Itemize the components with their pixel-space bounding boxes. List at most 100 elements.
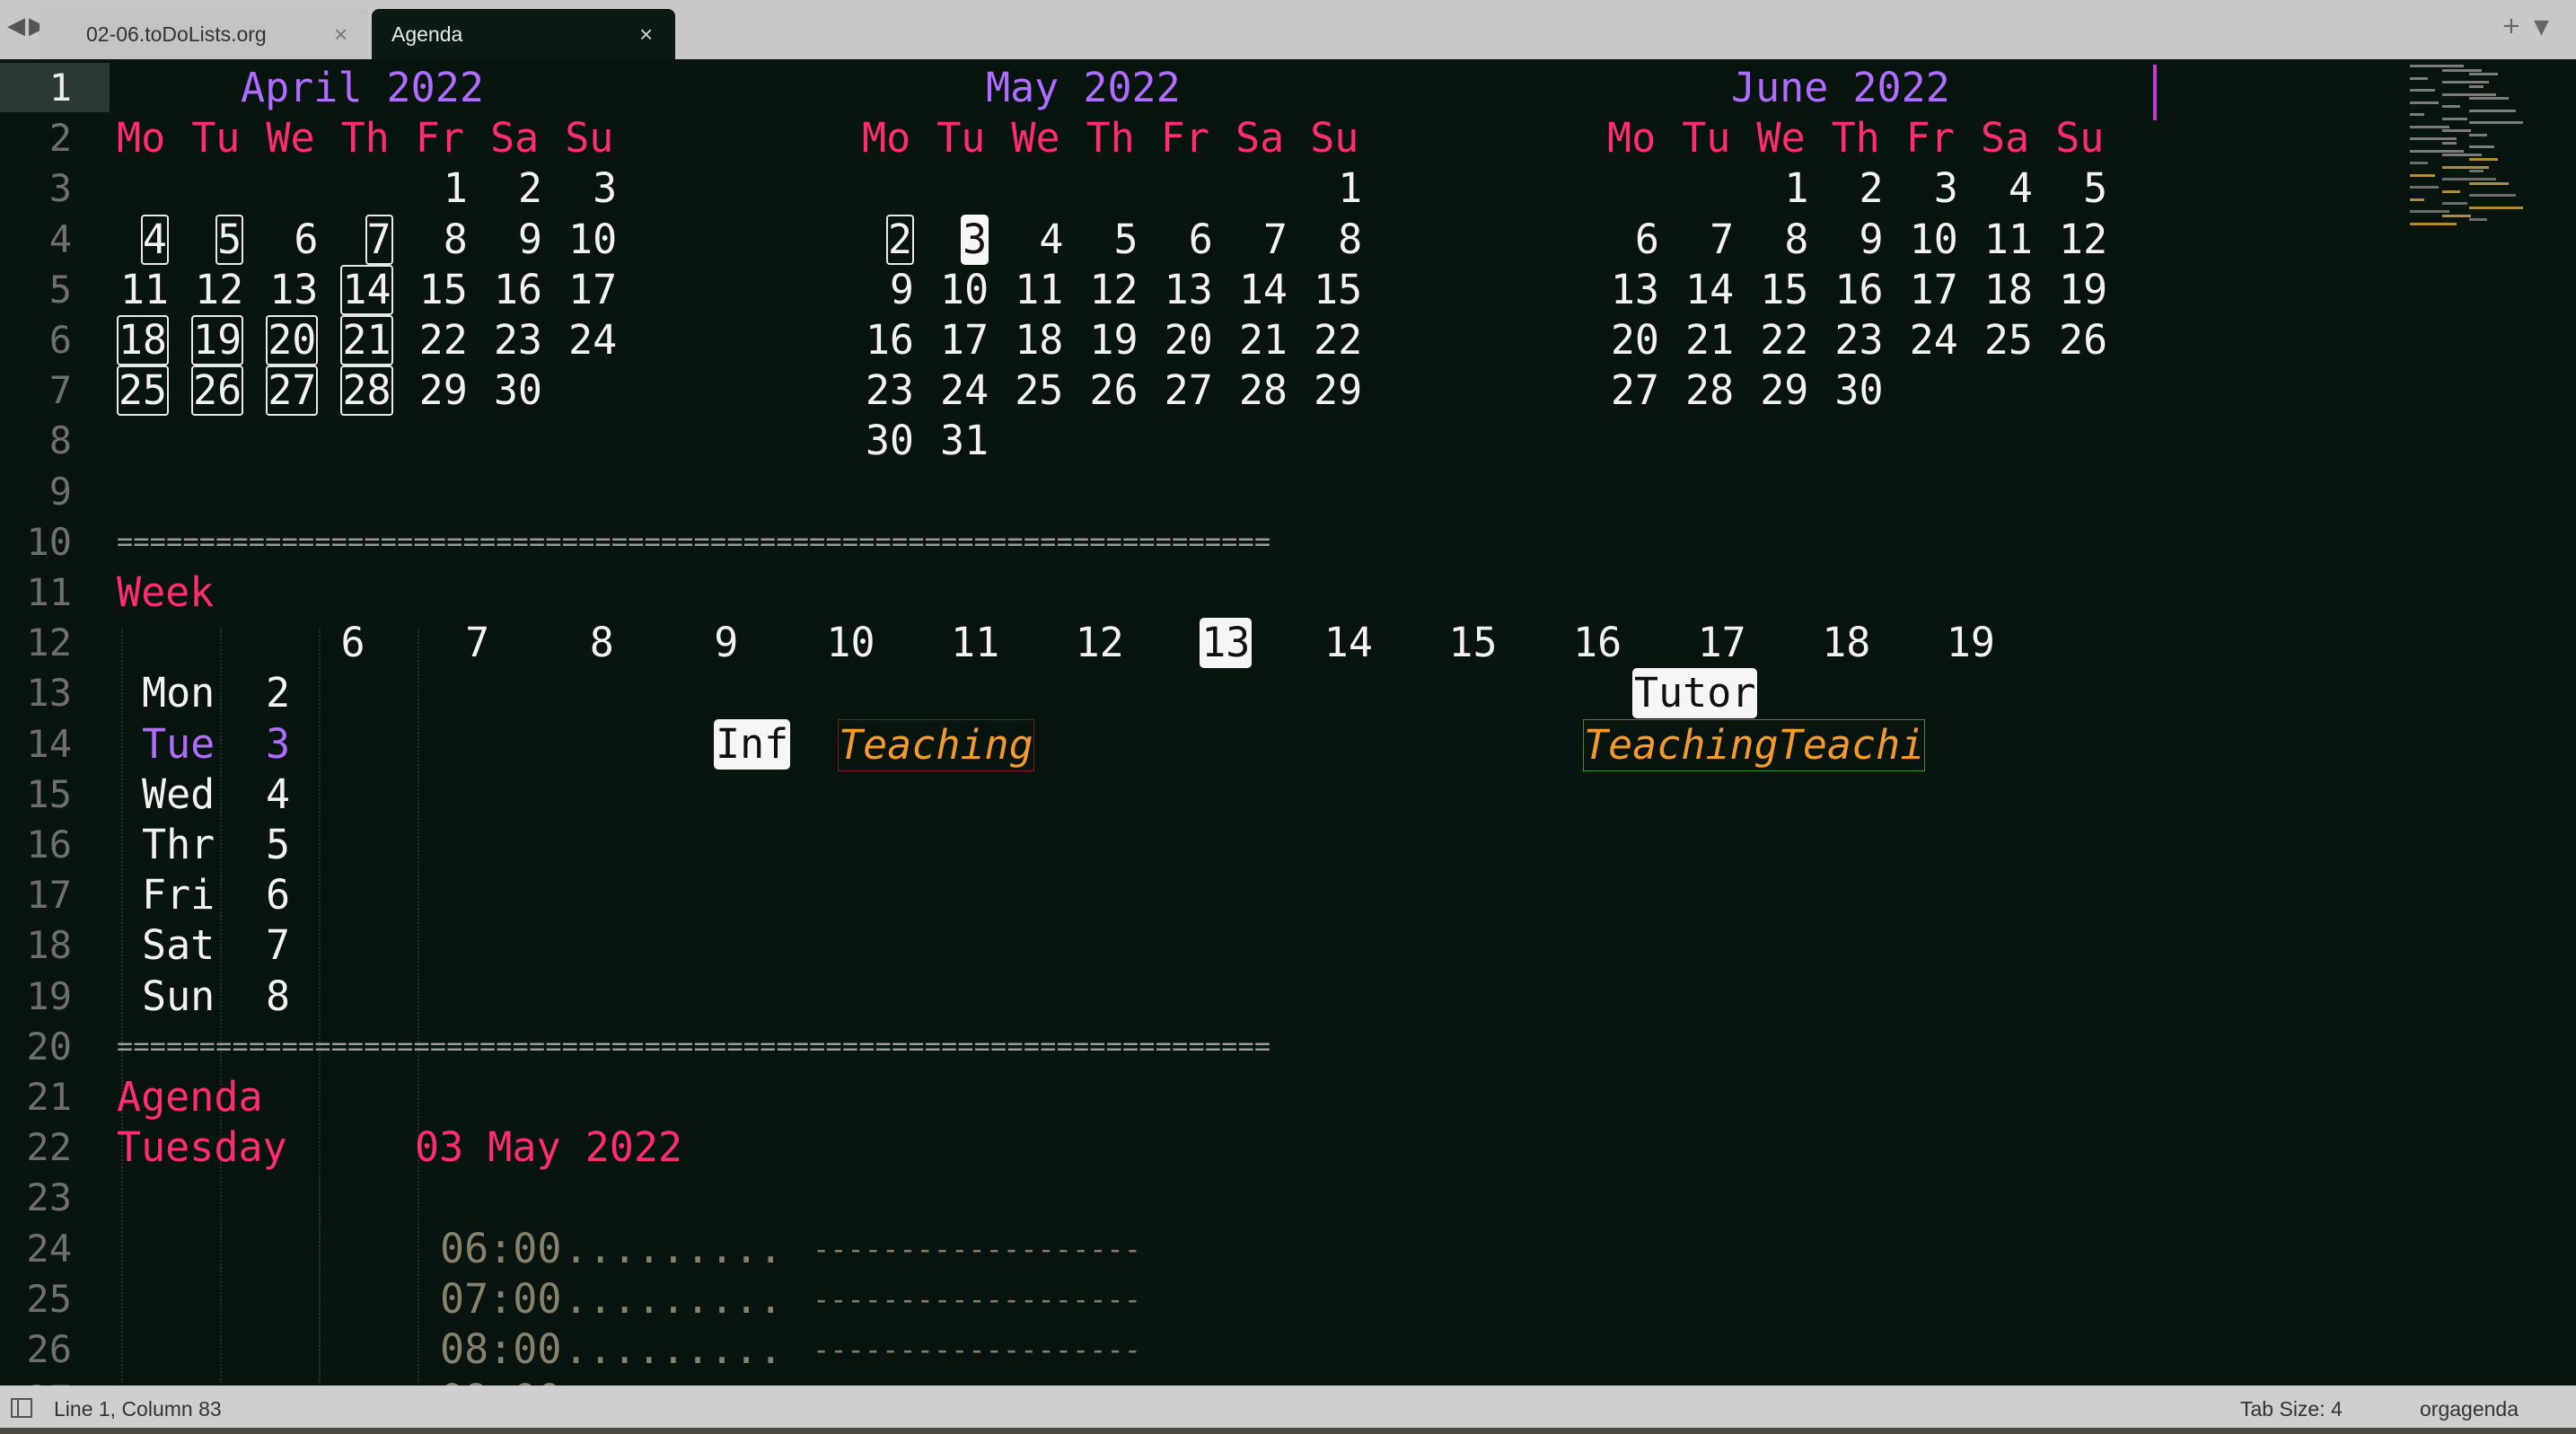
calendar-day[interactable]: 20 bbox=[266, 315, 319, 365]
calendar-day[interactable]: 16 bbox=[1834, 265, 1883, 315]
calendar-day[interactable]: 26 bbox=[191, 365, 244, 417]
close-icon[interactable]: × bbox=[639, 9, 653, 59]
calendar-day[interactable]: 16 bbox=[866, 315, 914, 365]
tab-agenda[interactable]: Agenda × bbox=[372, 9, 675, 59]
agenda-time[interactable]: 07:00 bbox=[440, 1274, 561, 1324]
calendar-day[interactable]: 26 bbox=[1089, 365, 1138, 416]
calendar-day[interactable]: 24 bbox=[940, 365, 989, 416]
calendar-day[interactable]: 8 bbox=[444, 215, 468, 265]
agenda-time[interactable]: 06:00 bbox=[440, 1224, 561, 1274]
calendar-day[interactable]: 14 bbox=[1239, 265, 1288, 315]
calendar-day[interactable]: 5 bbox=[215, 214, 244, 265]
event-inf[interactable]: Inf bbox=[714, 718, 791, 770]
calendar-day[interactable]: 12 bbox=[1089, 265, 1138, 315]
panel-toggle-icon[interactable] bbox=[11, 1398, 32, 1418]
calendar-day[interactable]: 14 bbox=[340, 264, 393, 315]
calendar-day[interactable]: 26 bbox=[2059, 315, 2107, 365]
calendar-day[interactable]: 11 bbox=[120, 265, 169, 315]
calendar-day[interactable]: 5 bbox=[2083, 163, 2107, 214]
calendar-day[interactable]: 10 bbox=[568, 215, 617, 265]
calendar-day[interactable]: 22 bbox=[419, 315, 468, 365]
calendar-day[interactable]: 31 bbox=[940, 416, 989, 466]
calendar-day[interactable]: 7 bbox=[1710, 215, 1734, 265]
calendar-day[interactable]: 30 bbox=[866, 416, 914, 466]
calendar-day[interactable]: 29 bbox=[419, 365, 468, 416]
calendar-day[interactable]: 10 bbox=[1910, 215, 1958, 265]
agenda-time[interactable]: 08:00 bbox=[440, 1324, 561, 1375]
calendar-day[interactable]: 19 bbox=[2059, 265, 2107, 315]
calendar-day[interactable]: 23 bbox=[494, 315, 542, 365]
calendar-day[interactable]: 3 bbox=[593, 163, 617, 214]
calendar-day[interactable]: 13 bbox=[1165, 265, 1213, 315]
calendar-day[interactable]: 9 bbox=[518, 215, 542, 265]
calendar-day[interactable]: 23 bbox=[1834, 315, 1883, 365]
calendar-day[interactable]: 25 bbox=[1015, 365, 1063, 416]
calendar-day[interactable]: 6 bbox=[1635, 215, 1659, 265]
calendar-day[interactable]: 11 bbox=[1984, 215, 2033, 265]
calendar-day[interactable]: 30 bbox=[1834, 365, 1883, 416]
tab-size[interactable]: Tab Size: 4 bbox=[2240, 1397, 2343, 1421]
calendar-day[interactable]: 2 bbox=[1859, 163, 1884, 214]
calendar-day[interactable]: 20 bbox=[1165, 315, 1213, 365]
calendar-day[interactable]: 7 bbox=[365, 214, 393, 265]
calendar-day[interactable]: 27 bbox=[1165, 365, 1213, 416]
calendar-day[interactable]: 4 bbox=[2009, 163, 2033, 214]
calendar-day[interactable]: 25 bbox=[1984, 315, 2033, 365]
calendar-day[interactable]: 1 bbox=[1784, 163, 1808, 214]
calendar-day[interactable]: 28 bbox=[1685, 365, 1734, 416]
calendar-day[interactable]: 28 bbox=[340, 365, 393, 417]
calendar-day[interactable]: 17 bbox=[940, 315, 989, 365]
calendar-day[interactable]: 15 bbox=[419, 265, 468, 315]
calendar-day[interactable]: 3 bbox=[961, 214, 989, 265]
calendar-day[interactable]: 27 bbox=[1611, 365, 1659, 416]
calendar-day[interactable]: 29 bbox=[1760, 365, 1808, 416]
calendar-day[interactable]: 8 bbox=[1784, 215, 1808, 265]
calendar-day[interactable]: 9 bbox=[890, 265, 914, 315]
calendar-day[interactable]: 1 bbox=[1338, 163, 1362, 214]
calendar-day[interactable]: 5 bbox=[1114, 215, 1139, 265]
calendar-day[interactable]: 29 bbox=[1314, 365, 1362, 416]
calendar-day[interactable]: 6 bbox=[294, 215, 318, 265]
calendar-day[interactable]: 2 bbox=[518, 163, 542, 214]
syntax-mode[interactable]: orgagenda bbox=[2420, 1397, 2519, 1421]
calendar-day[interactable]: 12 bbox=[2059, 215, 2107, 265]
calendar-day[interactable]: 17 bbox=[568, 265, 617, 315]
back-arrow-icon[interactable]: ◀ bbox=[7, 13, 25, 40]
calendar-day[interactable]: 13 bbox=[269, 265, 318, 315]
tab-todolists[interactable]: 02-06.toDoLists.org × bbox=[40, 9, 368, 59]
calendar-day[interactable]: 7 bbox=[1263, 215, 1288, 265]
calendar-day[interactable]: 24 bbox=[568, 315, 617, 365]
calendar-day[interactable]: 10 bbox=[940, 265, 989, 315]
calendar-day[interactable]: 30 bbox=[494, 365, 542, 416]
event-teaching-pair[interactable]: TeachingTeachi bbox=[1583, 718, 1926, 771]
calendar-day[interactable]: 21 bbox=[1239, 315, 1288, 365]
calendar-day[interactable]: 9 bbox=[1859, 215, 1884, 265]
calendar-day[interactable]: 12 bbox=[195, 265, 243, 315]
cursor-position[interactable]: Line 1, Column 83 bbox=[54, 1397, 222, 1421]
calendar-day[interactable]: 4 bbox=[1039, 215, 1063, 265]
calendar-day[interactable]: 27 bbox=[266, 365, 319, 417]
calendar-day[interactable]: 15 bbox=[1760, 265, 1808, 315]
calendar-day[interactable]: 25 bbox=[116, 365, 169, 417]
calendar-day[interactable]: 14 bbox=[1685, 265, 1734, 315]
calendar-day[interactable]: 20 bbox=[1611, 315, 1659, 365]
calendar-day[interactable]: 6 bbox=[1189, 215, 1213, 265]
calendar-day[interactable]: 8 bbox=[1338, 215, 1362, 265]
calendar-day[interactable]: 18 bbox=[1015, 315, 1063, 365]
calendar-day[interactable]: 24 bbox=[1910, 315, 1958, 365]
calendar-day[interactable]: 2 bbox=[885, 214, 914, 265]
calendar-day[interactable]: 17 bbox=[1910, 265, 1958, 315]
close-icon[interactable]: × bbox=[334, 9, 347, 59]
calendar-day[interactable]: 18 bbox=[116, 315, 169, 365]
calendar-day[interactable]: 15 bbox=[1314, 265, 1362, 315]
tab-list-icon[interactable]: ▼ bbox=[2534, 16, 2549, 39]
calendar-day[interactable]: 19 bbox=[191, 315, 244, 365]
new-tab-icon[interactable]: + bbox=[2501, 13, 2521, 40]
calendar-day[interactable]: 13 bbox=[1611, 265, 1659, 315]
calendar-day[interactable]: 19 bbox=[1089, 315, 1138, 365]
calendar-day[interactable]: 22 bbox=[1760, 315, 1808, 365]
calendar-day[interactable]: 11 bbox=[1015, 265, 1063, 315]
calendar-day[interactable]: 22 bbox=[1314, 315, 1362, 365]
calendar-day[interactable]: 23 bbox=[866, 365, 914, 416]
calendar-day[interactable]: 18 bbox=[1984, 265, 2033, 315]
